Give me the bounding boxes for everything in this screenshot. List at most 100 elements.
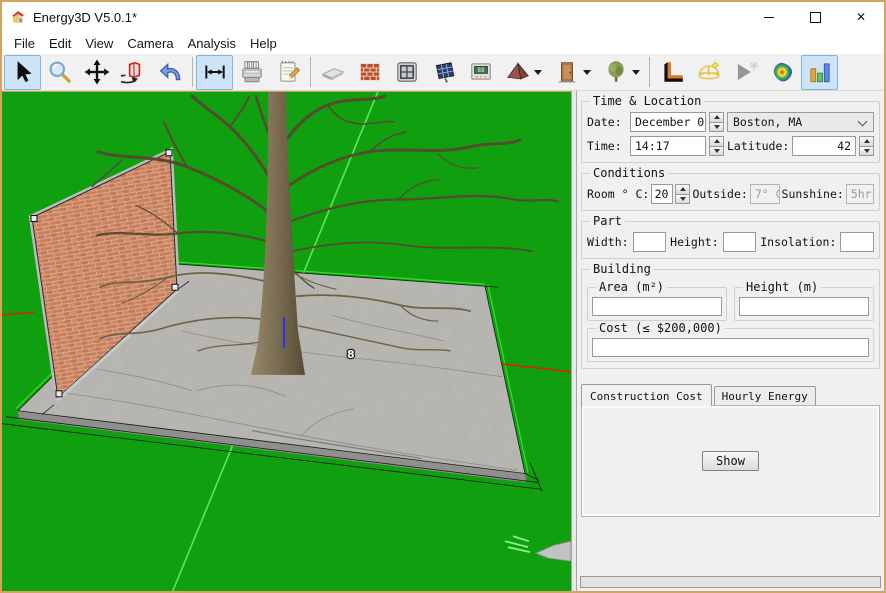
toolbar-door-button[interactable] [548,55,597,90]
toolbar: 88 [2,54,884,91]
toolbar-rotate-button[interactable] [115,55,152,90]
chevron-down-icon [858,117,868,127]
toolbar-window-button[interactable] [388,55,425,90]
tab-hourly-energy[interactable]: Hourly Energy [714,386,816,405]
play-sun-icon [733,59,759,85]
tree-icon [603,59,629,85]
show-button[interactable]: Show [702,451,759,471]
viewport-container: 8 [2,91,571,591]
group-title: Time & Location [590,94,704,108]
building-area-input[interactable] [592,297,722,316]
menu-view[interactable]: View [78,34,120,53]
maximize-button[interactable] [792,2,838,32]
titlebar: Energy3D V5.0.1* ✕ [2,2,884,32]
date-spinner-buttons[interactable] [709,112,724,132]
bar-chart-icon [807,59,833,85]
date-label: Date: [587,115,627,129]
time-spinner-buttons[interactable] [709,136,724,156]
spacing-arrows-icon [202,59,228,85]
building-cost-subgroup: Cost (≤ $200,000) [587,328,874,362]
slab-icon [320,59,346,85]
group-title: Part [590,214,625,228]
menu-camera[interactable]: Camera [120,34,180,53]
construction-cost-pane: Show [581,405,880,517]
city-value: Boston, MA [733,115,802,129]
area-label: Area (m²) [596,280,667,294]
app-icon [10,9,26,25]
menu-file[interactable]: File [7,34,42,53]
undo-arrow-icon [158,59,184,85]
tab-construction-cost[interactable]: Construction Cost [581,384,712,406]
window-controls: ✕ [746,2,884,32]
outside-temp-label: Outside: [692,187,747,201]
svg-text:88: 88 [477,67,485,74]
latitude-spinner-buttons[interactable] [859,136,874,156]
3d-viewport[interactable]: 8 [2,92,571,591]
toolbar-zoom-button[interactable] [41,55,78,90]
city-dropdown[interactable]: Boston, MA [727,112,874,132]
building-cost-input[interactable] [592,338,869,357]
toolbar-pan-button[interactable] [78,55,115,90]
four-way-arrow-icon [84,59,110,85]
toolbar-graph-panel-button[interactable] [801,55,838,90]
toolbar-annotation-toggle-button[interactable] [196,55,233,90]
building-height-input[interactable] [739,297,869,316]
toolbar-tree-button[interactable] [597,55,646,90]
door-dropdown-caret[interactable] [583,70,591,75]
toolbar-note-button[interactable] [270,55,307,90]
magnifier-icon [47,59,73,85]
building-height-label: Height (m) [743,280,821,294]
toolbar-heatmap-button[interactable] [764,55,801,90]
minimize-button[interactable] [746,2,792,32]
wall-shadow-icon [659,59,685,85]
close-button[interactable]: ✕ [838,2,884,32]
part-width-label: Width: [587,235,629,249]
roof-dropdown-caret[interactable] [534,70,542,75]
toolbar-undo-button[interactable] [152,55,189,90]
energy3d-window: Energy3D V5.0.1* ✕ File Edit View Camera… [0,0,886,593]
menu-help[interactable]: Help [243,34,284,53]
toolbar-select-button[interactable] [4,55,41,90]
cursor-arrow-icon [10,59,36,85]
date-spinner-field[interactable]: December 02 [630,112,706,132]
part-width-field [633,232,667,252]
latitude-label: Latitude: [727,139,789,153]
time-label: Time: [587,139,627,153]
minimize-icon [764,17,774,18]
cost-label: Cost (≤ $200,000) [596,321,725,335]
menubar: File Edit View Camera Analysis Help [2,32,884,54]
toolbar-shadow-button[interactable] [653,55,690,90]
latitude-spinner-field[interactable]: 42 [792,136,856,156]
toolbar-separator [192,57,193,87]
sun-dome-icon [696,59,722,85]
toolbar-foundation-button[interactable] [314,55,351,90]
platform-marker-label: 8 [347,348,355,361]
toolbar-sun-animation-button[interactable] [727,55,764,90]
part-insolation-label: Insolation: [760,235,836,249]
notepad-icon [276,59,302,85]
maximize-icon [810,12,821,23]
main-area: 8 Time & Location Date: [2,91,884,591]
rotate-box-icon [121,59,147,85]
close-icon: ✕ [856,10,866,24]
analysis-tabs: Construction Cost Hourly Energy [581,384,880,405]
toolbar-print-button[interactable] [233,55,270,90]
toolbar-sensor-button[interactable]: 88 [462,55,499,90]
toolbar-wall-button[interactable] [351,55,388,90]
group-title: Building [590,262,654,276]
window-title: Energy3D V5.0.1* [33,10,137,25]
pyramid-roof-icon [505,59,531,85]
toolbar-heliodon-button[interactable] [690,55,727,90]
menu-analysis[interactable]: Analysis [181,34,243,53]
outside-temp-field: 7° C [750,184,780,204]
tree-dropdown-caret[interactable] [632,70,640,75]
menu-edit[interactable]: Edit [42,34,78,53]
time-spinner-field[interactable]: 14:17 [630,136,706,156]
printer-icon [239,59,265,85]
toolbar-solar-panel-button[interactable] [425,55,462,90]
room-temp-field[interactable]: 20 [651,184,673,204]
room-temp-spinner[interactable] [675,184,690,204]
toolbar-roof-button[interactable] [499,55,548,90]
building-group: Building Area (m²) Height (m) Cost (≤ $2… [581,269,880,369]
sensor-display-icon: 88 [468,59,494,85]
